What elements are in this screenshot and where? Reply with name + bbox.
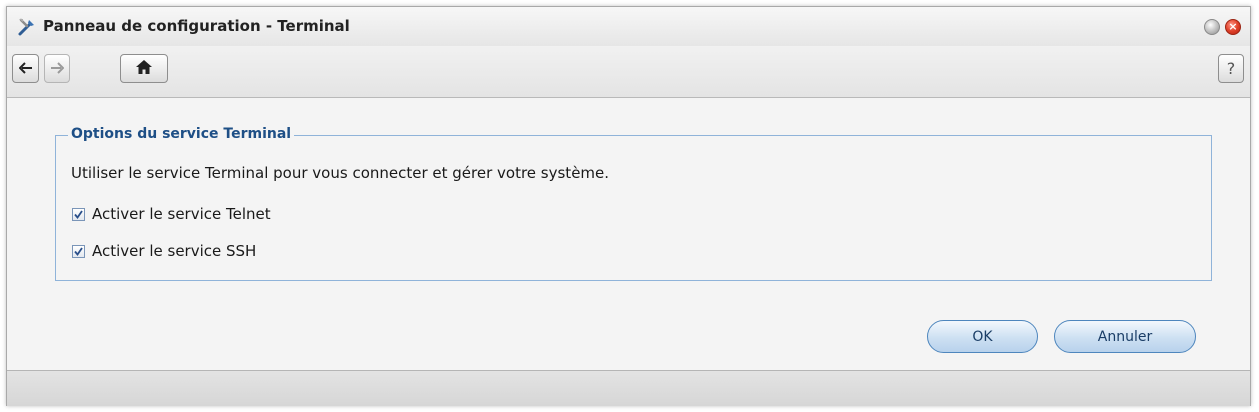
content-area: Options du service Terminal Utiliser le … — [7, 98, 1250, 370]
ssh-option[interactable]: Activer le service SSH — [72, 242, 256, 260]
home-button[interactable] — [120, 54, 168, 83]
home-icon — [135, 59, 153, 79]
group-legend: Options du service Terminal — [68, 126, 295, 142]
arrow-left-icon — [18, 59, 33, 78]
window-title: Panneau de configuration - Terminal — [43, 17, 350, 35]
control-panel-window: Panneau de configuration - Terminal × ? … — [6, 6, 1251, 406]
telnet-label[interactable]: Activer le service Telnet — [92, 205, 271, 223]
title-bar: Panneau de configuration - Terminal × — [7, 7, 1250, 46]
telnet-checkbox[interactable] — [72, 207, 85, 221]
checkmark-icon — [74, 246, 83, 256]
toolbar: ? — [7, 46, 1250, 98]
service-description: Utiliser le service Terminal pour vous c… — [71, 164, 610, 182]
close-icon[interactable]: × — [1225, 19, 1241, 35]
status-bar — [7, 370, 1250, 406]
telnet-option[interactable]: Activer le service Telnet — [72, 205, 271, 223]
cancel-button[interactable]: Annuler — [1054, 320, 1196, 353]
checkmark-icon — [74, 209, 83, 219]
back-button[interactable] — [12, 54, 39, 83]
terminal-options-group: Options du service Terminal Utiliser le … — [55, 126, 1212, 281]
ssh-checkbox[interactable] — [72, 244, 85, 258]
tools-icon — [17, 17, 37, 37]
minimize-icon[interactable] — [1204, 19, 1220, 35]
help-button[interactable]: ? — [1218, 54, 1244, 83]
ok-button[interactable]: OK — [927, 320, 1038, 353]
forward-button[interactable] — [44, 54, 70, 83]
arrow-right-icon — [50, 59, 65, 78]
ssh-label[interactable]: Activer le service SSH — [92, 242, 256, 260]
